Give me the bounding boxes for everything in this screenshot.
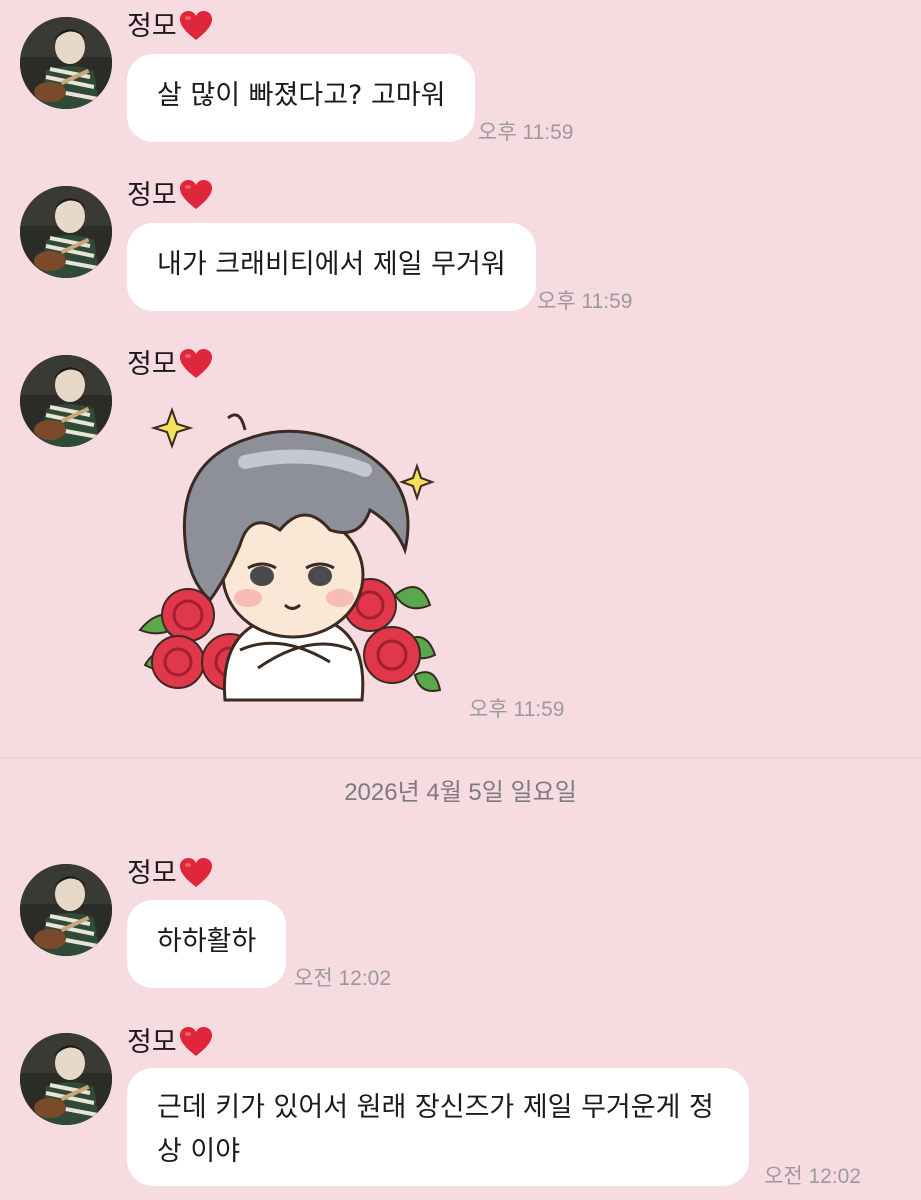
- sender-name: 정모: [127, 1026, 213, 1058]
- message-time: 오전 12:02: [294, 967, 392, 990]
- divider: [0, 757, 921, 759]
- heart-icon: [179, 1026, 213, 1058]
- message-bubble[interactable]: 살 많이 빠졌다고? 고마워: [127, 54, 476, 142]
- message-time: 오전 12:02: [764, 1165, 862, 1188]
- avatar[interactable]: [20, 864, 112, 956]
- date-separator: 2026년 4월 5일 일요일: [344, 779, 577, 806]
- sender-name: 정모: [127, 10, 213, 42]
- heart-icon: [179, 179, 213, 211]
- sender-name: 정모: [127, 857, 213, 889]
- message-bubble[interactable]: 근데 키가 있어서 원래 장신즈가 제일 무거운게 정상 이야: [127, 1068, 749, 1186]
- sender-name: 정모: [127, 179, 213, 211]
- message-bubble[interactable]: 하하활하: [127, 900, 287, 988]
- avatar[interactable]: [20, 186, 112, 278]
- avatar[interactable]: [20, 355, 112, 447]
- sender-name-label: 정모: [127, 179, 177, 211]
- heart-icon: [179, 10, 213, 42]
- heart-icon: [179, 348, 213, 380]
- sender-name-label: 정모: [127, 10, 177, 42]
- message-time: 오후 11:59: [537, 290, 633, 313]
- avatar[interactable]: [20, 1033, 112, 1125]
- sender-name: 정모: [127, 348, 213, 380]
- message-time: 오후 11:59: [469, 698, 565, 721]
- heart-icon: [179, 857, 213, 889]
- chibi-boy-with-roses-sticker[interactable]: [130, 400, 450, 710]
- message-bubble[interactable]: 내가 크래비티에서 제일 무거워: [127, 223, 536, 311]
- sender-name-label: 정모: [127, 1026, 177, 1058]
- sender-name-label: 정모: [127, 348, 177, 380]
- message-time: 오후 11:59: [478, 121, 574, 144]
- avatar[interactable]: [20, 17, 112, 109]
- sender-name-label: 정모: [127, 857, 177, 889]
